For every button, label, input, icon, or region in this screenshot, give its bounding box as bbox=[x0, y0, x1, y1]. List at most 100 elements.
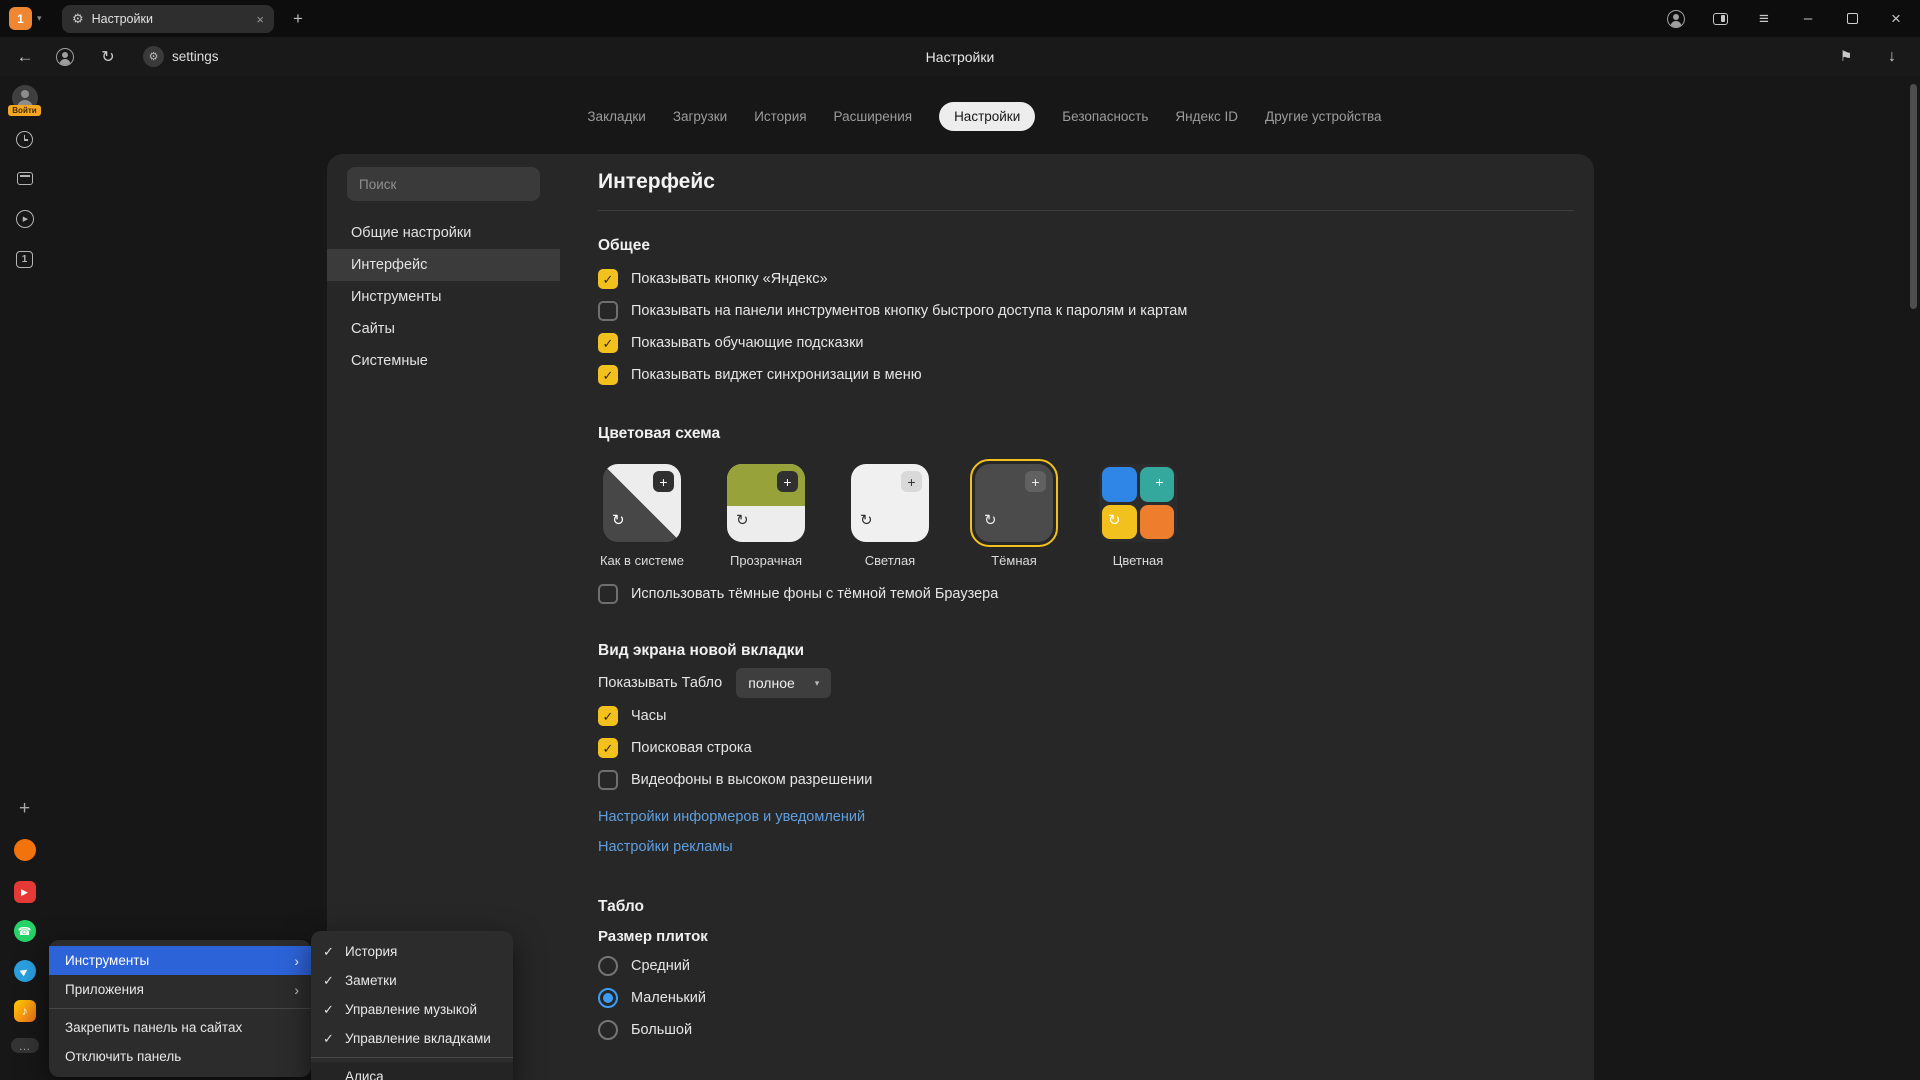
theme-light[interactable]: + ↻ Светлая bbox=[846, 459, 934, 568]
theme-system[interactable]: + ↻ Как в системе bbox=[598, 459, 686, 568]
checkbox-dark-backgrounds[interactable]: Использовать тёмные фоны с тёмной темой … bbox=[598, 578, 1574, 610]
section-new-tab-heading: Вид экрана новой вкладки bbox=[598, 642, 1574, 660]
collections-rail-button[interactable] bbox=[0, 172, 49, 185]
downloads-button[interactable]: ↓ bbox=[1872, 37, 1912, 76]
checkbox-training-tips[interactable]: ✓ Показывать обучающие подсказки bbox=[598, 327, 1574, 359]
checkbox-icon bbox=[598, 770, 618, 790]
checkbox-sync-widget[interactable]: ✓ Показывать виджет синхронизации в меню bbox=[598, 359, 1574, 391]
tools-submenu: ✓ История ✓ Заметки ✓ Управление музыкой… bbox=[311, 931, 513, 1080]
tab-yandex-id[interactable]: Яндекс ID bbox=[1175, 109, 1238, 124]
yandex-music-button[interactable]: ♪ bbox=[0, 1000, 49, 1022]
theme-label: Прозрачная bbox=[730, 553, 802, 568]
checkbox-label: Показывать виджет синхронизации в меню bbox=[631, 367, 922, 383]
sidebar-item-tools[interactable]: Инструменты bbox=[327, 281, 560, 313]
checkbox-icon: ✓ bbox=[598, 269, 618, 289]
check-icon: ✓ bbox=[603, 273, 614, 286]
submenu-item-alice[interactable]: Алиса bbox=[311, 1062, 513, 1080]
reload-button[interactable]: ↻ bbox=[90, 37, 126, 76]
login-avatar-button[interactable]: Войти bbox=[0, 85, 49, 116]
checkbox-label: Показывать обучающие подсказки bbox=[631, 335, 864, 351]
play-glyph: ▶ bbox=[21, 887, 28, 898]
submenu-item-label: Алиса bbox=[345, 1069, 384, 1080]
youtube-button[interactable]: ▶ bbox=[0, 881, 49, 903]
new-tab-button[interactable]: + bbox=[284, 5, 312, 33]
sidebar-item-sites[interactable]: Сайты bbox=[327, 313, 560, 345]
tab-other-devices[interactable]: Другие устройства bbox=[1265, 109, 1382, 124]
sidebar-item-general[interactable]: Общие настройки bbox=[327, 217, 560, 249]
odnoklassniki-button[interactable] bbox=[0, 839, 49, 861]
side-panel-button[interactable] bbox=[1698, 0, 1742, 37]
menu-item-tools[interactable]: Инструменты › bbox=[49, 946, 311, 975]
link-informers-settings[interactable]: Настройки информеров и уведомлений bbox=[598, 802, 1574, 832]
tab-settings[interactable]: ⚙ Настройки × bbox=[62, 5, 274, 33]
window-minimize-button[interactable]: – bbox=[1786, 0, 1830, 37]
profile-button[interactable] bbox=[1654, 0, 1698, 37]
back-button[interactable]: ← bbox=[8, 37, 42, 76]
settings-nav-tabs: Закладки Загрузки История Расширения Нас… bbox=[49, 98, 1920, 134]
checkbox-show-yandex-button[interactable]: ✓ Показывать кнопку «Яндекс» bbox=[598, 263, 1574, 295]
submenu-item-tab-management[interactable]: ✓ Управление вкладками bbox=[311, 1024, 513, 1053]
submenu-item-notes[interactable]: ✓ Заметки bbox=[311, 966, 513, 995]
tab-security[interactable]: Безопасность bbox=[1062, 109, 1148, 124]
tab-downloads[interactable]: Загрузки bbox=[673, 109, 727, 124]
tab-bookmarks[interactable]: Закладки bbox=[587, 109, 645, 124]
checkbox-hd-video-backgrounds[interactable]: Видеофоны в высоком разрешении bbox=[598, 764, 1574, 796]
telegram-button[interactable]: ▶ bbox=[0, 960, 49, 982]
add-panel-button[interactable]: + bbox=[0, 798, 49, 820]
menu-item-label: Закрепить панель на сайтах bbox=[65, 1020, 242, 1035]
notes-rail-button[interactable]: 1 bbox=[0, 251, 49, 268]
search-input[interactable] bbox=[359, 177, 528, 192]
theme-dark-selected[interactable]: + ↻ Тёмная bbox=[970, 459, 1058, 568]
video-rail-button[interactable]: ▶ bbox=[0, 210, 49, 228]
check-icon: ✓ bbox=[323, 1002, 345, 1018]
plus-badge-icon: + bbox=[1149, 471, 1170, 492]
menu-item-apps[interactable]: Приложения › bbox=[49, 975, 311, 1004]
whatsapp-button[interactable]: ☎ bbox=[0, 920, 49, 942]
tab-extensions[interactable]: Расширения bbox=[834, 109, 913, 124]
refresh-icon: ↻ bbox=[984, 513, 997, 528]
browser-menu-button[interactable]: ≡ bbox=[1742, 0, 1786, 37]
refresh-icon: ↻ bbox=[1108, 513, 1121, 528]
rail-more-button[interactable]: … bbox=[0, 1038, 49, 1053]
tab-settings-active[interactable]: Настройки bbox=[939, 102, 1035, 131]
window-close-button[interactable]: × bbox=[1874, 0, 1918, 37]
window-maximize-button[interactable] bbox=[1830, 0, 1874, 37]
profile-circle-button[interactable] bbox=[46, 37, 84, 76]
checkbox-quick-access-passwords[interactable]: Показывать на панели инструментов кнопку… bbox=[598, 295, 1574, 327]
menu-item-pin-panel[interactable]: Закрепить панель на сайтах bbox=[49, 1013, 311, 1042]
tab-counter-chevron-icon[interactable]: ▾ bbox=[37, 13, 42, 24]
scrollbar-thumb[interactable] bbox=[1910, 84, 1917, 309]
link-ads-settings[interactable]: Настройки рекламы bbox=[598, 832, 1574, 862]
sidebar-item-system[interactable]: Системные bbox=[327, 345, 560, 377]
checkbox-search-bar[interactable]: ✓ Поисковая строка bbox=[598, 732, 1574, 764]
submenu-item-history[interactable]: ✓ История bbox=[311, 937, 513, 966]
collections-icon bbox=[17, 172, 33, 185]
radio-size-large[interactable]: Большой bbox=[598, 1014, 1574, 1046]
address-page-title: Настройки bbox=[0, 37, 1920, 76]
bookmark-flag-button[interactable]: ⚑ bbox=[1826, 37, 1866, 76]
select-value: полное bbox=[748, 675, 795, 691]
radio-size-medium[interactable]: Средний bbox=[598, 950, 1574, 982]
tab-counter-button[interactable]: 1 bbox=[9, 7, 32, 30]
menu-item-label: Отключить панель bbox=[65, 1049, 181, 1064]
tab-close-icon[interactable]: × bbox=[256, 12, 264, 27]
history-rail-button[interactable] bbox=[0, 131, 49, 148]
theme-colorful[interactable]: + ↻ Цветная bbox=[1094, 459, 1182, 568]
menu-item-disable-panel[interactable]: Отключить панель bbox=[49, 1042, 311, 1071]
tableau-select[interactable]: полное ▾ bbox=[736, 668, 831, 698]
checkbox-icon bbox=[598, 584, 618, 604]
address-url[interactable]: settings bbox=[172, 37, 219, 76]
youtube-icon: ▶ bbox=[14, 881, 36, 903]
theme-transparent[interactable]: + ↻ Прозрачная bbox=[722, 459, 810, 568]
radio-icon bbox=[598, 988, 618, 1008]
submenu-item-music-control[interactable]: ✓ Управление музыкой bbox=[311, 995, 513, 1024]
whatsapp-icon: ☎ bbox=[14, 920, 36, 942]
tab-history[interactable]: История bbox=[754, 109, 806, 124]
checkbox-clock[interactable]: ✓ Часы bbox=[598, 700, 1574, 732]
user-icon bbox=[1667, 10, 1685, 28]
radio-size-small[interactable]: Маленький bbox=[598, 982, 1574, 1014]
clock-icon bbox=[16, 131, 33, 148]
sidebar-item-interface[interactable]: Интерфейс bbox=[327, 249, 560, 281]
settings-search[interactable] bbox=[347, 167, 540, 201]
checkbox-icon bbox=[598, 301, 618, 321]
